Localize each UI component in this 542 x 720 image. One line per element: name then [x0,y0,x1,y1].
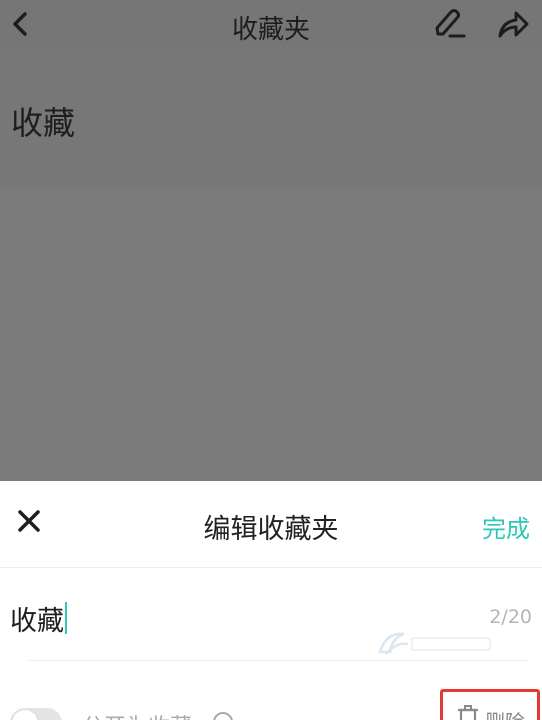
dimmed-content-overlay[interactable] [0,187,542,481]
text-caret [65,602,67,634]
delete-button[interactable]: 删除 [440,689,540,720]
divider [28,660,528,661]
sheet-title: 编辑收藏夹 [203,514,339,545]
folder-header: 收藏 [0,52,542,187]
trash-icon [457,705,479,720]
folder-name-input[interactable]: 收藏 [10,598,67,638]
help-circle-icon[interactable] [212,711,234,720]
edit-folder-sheet: 编辑收藏夹 完成 收藏 2/20 [0,481,542,720]
divider [0,567,542,568]
share-button[interactable] [494,6,532,42]
delete-label: 删除 [485,706,525,720]
top-bar: 收藏夹 [0,0,542,52]
char-count: 2/20 [489,606,532,628]
done-button[interactable]: 完成 [482,509,530,544]
share-arrow-icon [498,11,529,38]
public-label: 公开为收藏 [82,709,192,720]
edit-button[interactable] [430,6,468,42]
pencil-icon [435,9,466,38]
folder-name: 收藏 [11,104,76,142]
folder-name-value: 收藏 [10,605,64,637]
public-toggle[interactable] [10,708,62,720]
watermark-logo [378,632,491,655]
